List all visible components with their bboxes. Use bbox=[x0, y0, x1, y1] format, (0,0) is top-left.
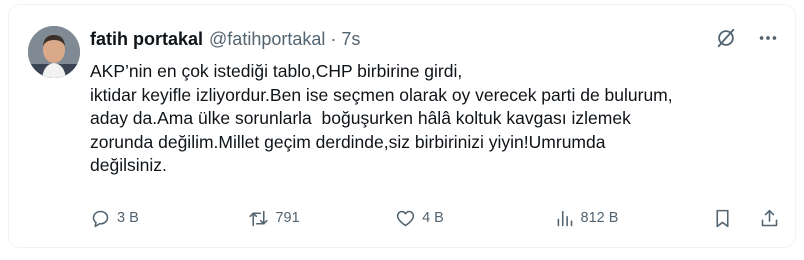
reply-button[interactable]: 3 B bbox=[90, 208, 248, 229]
reply-count: 3 B bbox=[117, 210, 139, 226]
views-button[interactable]: 812 B bbox=[554, 208, 712, 229]
separator-dot: · bbox=[330, 28, 337, 49]
tweet-header: fatih portakal @fatihportakal · 7s bbox=[90, 27, 779, 51]
reply-icon bbox=[92, 210, 109, 227]
author-handle[interactable]: @fatihportakal bbox=[209, 29, 325, 50]
avatar[interactable] bbox=[28, 26, 80, 78]
header-actions bbox=[715, 27, 779, 49]
more-icon[interactable] bbox=[757, 27, 779, 49]
tweet-actions: 3 B 791 4 B 812 B bbox=[90, 205, 780, 231]
tweet-time[interactable]: 7s bbox=[341, 29, 360, 50]
tweet-text: AKP’nin en çok istediği tablo,CHP birbir… bbox=[90, 61, 673, 175]
grok-icon[interactable] bbox=[715, 27, 737, 49]
avatar-image bbox=[28, 26, 80, 78]
like-icon bbox=[396, 210, 415, 226]
tweet-card[interactable]: fatih portakal @fatihportakal · 7s AKP’n… bbox=[8, 4, 796, 248]
bookmark-icon[interactable] bbox=[712, 208, 733, 229]
author-name[interactable]: fatih portakal bbox=[90, 29, 203, 50]
repost-button[interactable]: 791 bbox=[248, 208, 395, 229]
repost-count: 791 bbox=[275, 210, 300, 226]
share-icon[interactable] bbox=[759, 208, 780, 229]
views-count: 812 B bbox=[580, 210, 619, 226]
like-count: 4 B bbox=[422, 210, 444, 226]
like-button[interactable]: 4 B bbox=[395, 208, 553, 229]
secondary-actions bbox=[712, 208, 780, 229]
views-icon bbox=[557, 210, 572, 226]
repost-icon bbox=[249, 210, 269, 226]
